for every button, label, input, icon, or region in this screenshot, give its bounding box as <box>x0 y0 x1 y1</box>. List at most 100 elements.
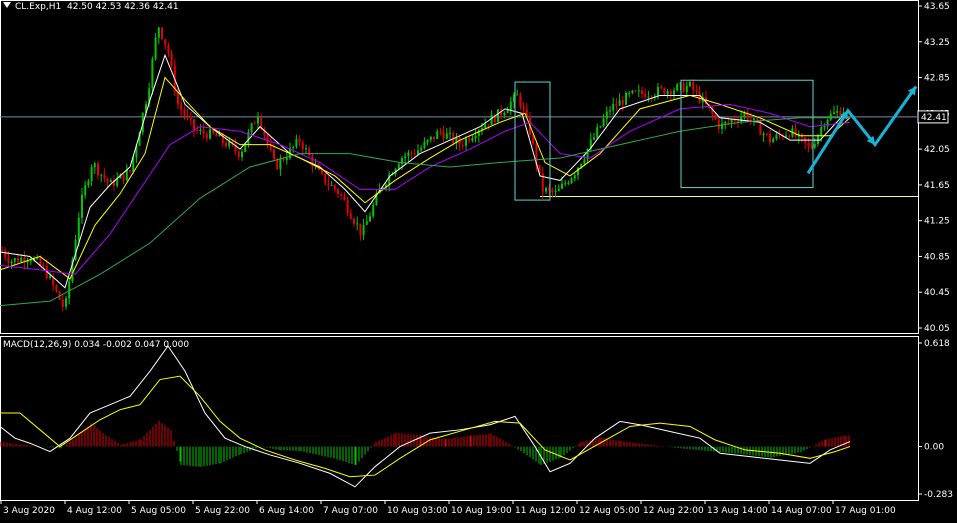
candle-body <box>161 27 163 40</box>
candle-body <box>637 90 640 92</box>
price-panel-frame <box>0 0 919 334</box>
candle-body <box>596 127 599 138</box>
dropdown-triangle-icon[interactable] <box>3 2 11 8</box>
current-price-label: 42.41 <box>921 113 947 123</box>
candle-body <box>4 250 7 258</box>
candle-body <box>84 185 87 195</box>
macd-axis-label: -0.283 <box>924 490 953 500</box>
candle-body <box>666 90 669 95</box>
macd-panel-frame <box>0 336 919 501</box>
candle-body <box>359 223 362 235</box>
price-axis-label: 42.85 <box>924 74 950 84</box>
candle-body <box>605 111 608 119</box>
candle-body <box>561 183 563 189</box>
candle-body <box>836 111 839 113</box>
candle-body <box>445 133 448 139</box>
candle-body <box>157 27 160 38</box>
candle-body <box>730 119 733 123</box>
candle-body <box>87 181 90 186</box>
candle-body <box>628 92 631 94</box>
candle-body <box>122 174 125 181</box>
candle-body <box>692 81 695 91</box>
candle-body <box>545 187 547 192</box>
candle-body <box>625 92 627 105</box>
candle-body <box>673 90 675 95</box>
candle-body <box>609 110 611 112</box>
candle-body <box>404 156 407 159</box>
candle-body <box>631 90 634 93</box>
candle-body <box>369 216 371 222</box>
candle-body <box>196 130 199 132</box>
candle-body <box>282 158 285 161</box>
candle-body <box>199 129 202 132</box>
candle-body <box>570 178 573 184</box>
candle-body <box>417 150 419 155</box>
candle-body <box>695 90 698 92</box>
candle-body <box>522 106 525 110</box>
candle-body <box>362 224 365 235</box>
candle-body <box>490 115 493 126</box>
candle-body <box>346 200 349 214</box>
candle-body <box>449 132 451 134</box>
candle-body <box>557 188 560 192</box>
chart-window: 43.6543.2542.8542.4542.0541.6541.2540.85… <box>0 0 957 519</box>
candle-body <box>305 148 307 150</box>
time-axis-label: 11 Aug 12:00 <box>515 506 576 516</box>
time-axis-label: 12 Aug 05:00 <box>579 506 640 516</box>
candle-body <box>554 191 557 193</box>
candle-body <box>807 142 810 146</box>
candle-body <box>301 142 304 150</box>
price-axis-label: 43.25 <box>924 38 950 48</box>
time-axis-label: 14 Aug 07:00 <box>771 506 832 516</box>
candle-body <box>340 194 343 196</box>
candle-body <box>279 158 282 170</box>
candle-body <box>273 149 275 160</box>
candle-body <box>551 189 554 193</box>
candle-body <box>615 104 618 106</box>
candle-body <box>324 173 327 184</box>
candle-body <box>295 139 298 147</box>
candle-body <box>461 145 464 147</box>
candle-body <box>567 183 570 185</box>
candle-body <box>612 104 615 111</box>
candle-body <box>39 257 42 266</box>
candle-body <box>689 81 691 87</box>
chart-header: CL.Exp,H1 42.50 42.53 42.36 42.41 <box>3 2 179 12</box>
time-axis-label: 13 Aug 14:00 <box>707 506 768 516</box>
candle-body <box>474 136 477 138</box>
candle-body <box>109 180 112 183</box>
candle-body <box>42 265 45 267</box>
candle-body <box>497 109 499 122</box>
candle-body <box>205 133 208 139</box>
candle-body <box>769 133 771 143</box>
candle-body <box>519 94 522 107</box>
candle-body <box>186 115 189 117</box>
price-axis-label: 42.05 <box>924 145 950 155</box>
candle-body <box>397 164 400 169</box>
candle-body <box>55 285 58 292</box>
candle-body <box>7 257 10 264</box>
candle-body <box>487 124 490 126</box>
candle-body <box>660 86 663 88</box>
candle-body <box>829 113 832 120</box>
time-axis-label: 6 Aug 14:00 <box>259 506 314 516</box>
time-axis-label: 5 Aug 22:00 <box>195 506 250 516</box>
candle-body <box>29 260 32 262</box>
candle-body <box>484 124 487 129</box>
candle-body <box>327 183 330 186</box>
candle-body <box>503 113 506 116</box>
candle-body <box>509 101 512 111</box>
chart-canvas[interactable]: 43.6543.2542.8542.4542.0541.6541.2540.85… <box>0 0 957 519</box>
candle-body <box>228 141 231 147</box>
macd-label: MACD(12,26,9) 0.034 -0.002 0.047 0.000 <box>3 340 190 350</box>
price-axis-label: 40.05 <box>924 324 950 334</box>
candle-body <box>810 145 813 148</box>
candle-body <box>714 114 717 120</box>
candle-body <box>775 134 778 139</box>
candle-body <box>151 58 154 89</box>
price-axis-label: 43.65 <box>924 2 950 12</box>
candle-body <box>573 175 576 179</box>
candle-body <box>97 163 99 176</box>
candle-body <box>442 131 445 139</box>
candle-body <box>682 82 685 93</box>
